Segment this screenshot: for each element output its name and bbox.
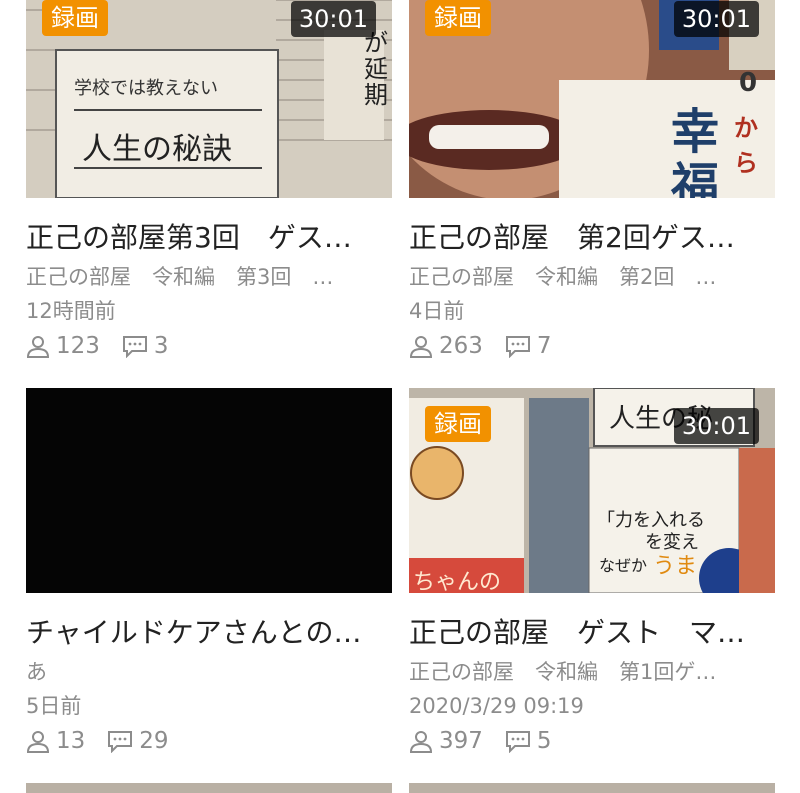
video-title[interactable]: 正己の部屋 ゲスト マ… bbox=[409, 615, 775, 651]
video-title[interactable]: 正己の部屋第3回 ゲス… bbox=[26, 220, 392, 256]
thumbnail-book-text: うま bbox=[653, 554, 698, 579]
video-timestamp: 2020/3/29 09:19 bbox=[409, 694, 584, 718]
video-title[interactable]: チャイルドケアさんとの… bbox=[26, 615, 392, 651]
duration-badge: 30:01 bbox=[673, 408, 759, 444]
thumbnail-book-text: 福 bbox=[671, 158, 720, 198]
comment-count: 5 bbox=[505, 725, 552, 757]
video-thumbnail[interactable]: 学校では教えない 人生の秘訣 が延期 録画 30:01 bbox=[26, 0, 392, 198]
thumbnail-book-text: なぜか bbox=[599, 556, 648, 575]
recording-badge: 録画 bbox=[425, 406, 491, 442]
recording-badge: 録画 bbox=[425, 0, 491, 36]
video-thumbnail[interactable] bbox=[26, 388, 392, 593]
next-video-thumbnail[interactable] bbox=[26, 783, 392, 793]
next-video-thumbnail[interactable] bbox=[409, 783, 775, 793]
comment-count: 3 bbox=[122, 330, 169, 362]
thumbnail-book-text: から bbox=[734, 114, 758, 177]
comment-icon bbox=[108, 731, 133, 753]
viewer-count: 397 bbox=[409, 725, 483, 757]
comment-count-value: 7 bbox=[536, 333, 552, 359]
video-stats: 397 5 bbox=[409, 725, 775, 757]
video-subtitle: 正己の部屋 令和編 第1回ゲ… bbox=[409, 660, 717, 684]
viewer-count-value: 263 bbox=[439, 333, 483, 359]
recording-badge: 録画 bbox=[42, 0, 108, 36]
viewer-count: 123 bbox=[26, 330, 100, 362]
viewer-count-value: 13 bbox=[56, 728, 86, 754]
duration-badge: 30:01 bbox=[673, 1, 759, 37]
video-card[interactable]: 0 から 幸 福 録画 30:01 正己の部屋 第2回ゲス… 正己の部屋 令和編… bbox=[409, 0, 775, 362]
thumbnail-newspaper-text: が延期 bbox=[364, 29, 388, 109]
video-card[interactable]: チャイルドケアさんとの… あ 5日前 13 29 bbox=[26, 388, 392, 757]
video-subtitle: 正己の部屋 令和編 第3回 … bbox=[26, 265, 334, 289]
comment-count-value: 29 bbox=[139, 728, 169, 754]
person-icon bbox=[409, 731, 433, 753]
viewer-count-value: 397 bbox=[439, 728, 483, 754]
video-title[interactable]: 正己の部屋 第2回ゲス… bbox=[409, 220, 775, 256]
thumbnail-book-title: 人生の秘訣 bbox=[82, 132, 232, 167]
comment-count: 29 bbox=[107, 725, 169, 757]
viewer-count-value: 123 bbox=[56, 333, 100, 359]
video-card[interactable]: 学校では教えない 人生の秘訣 が延期 録画 30:01 正己の部屋第3回 ゲス…… bbox=[26, 0, 392, 362]
video-thumbnail[interactable]: 0 から 幸 福 録画 30:01 bbox=[409, 0, 775, 198]
thumbnail-book-subtitle: 学校では教えない bbox=[74, 78, 218, 99]
viewer-count: 263 bbox=[409, 330, 483, 362]
comment-count: 7 bbox=[505, 330, 552, 362]
video-subtitle: 正己の部屋 令和編 第2回 … bbox=[409, 265, 717, 289]
viewer-count: 13 bbox=[26, 725, 85, 757]
video-timestamp: 4日前 bbox=[409, 299, 465, 323]
video-stats: 123 3 bbox=[26, 330, 392, 362]
video-timestamp: 12時間前 bbox=[26, 299, 116, 323]
video-timestamp: 5日前 bbox=[26, 694, 82, 718]
video-card[interactable]: 人生の秘 「力を入れる を変え なぜか うま ちゃんの 録画 30:01 正己の… bbox=[409, 388, 775, 757]
comment-count-value: 5 bbox=[536, 728, 552, 754]
video-subtitle: あ bbox=[26, 660, 47, 684]
person-icon bbox=[26, 731, 50, 753]
comment-icon bbox=[505, 336, 530, 358]
comment-icon bbox=[505, 731, 530, 753]
duration-badge: 30:01 bbox=[290, 1, 376, 37]
video-stats: 13 29 bbox=[26, 725, 392, 757]
video-thumbnail[interactable]: 人生の秘 「力を入れる を変え なぜか うま ちゃんの 録画 30:01 bbox=[409, 388, 775, 593]
person-icon bbox=[409, 336, 433, 358]
thumbnail-book-text: 0 bbox=[739, 68, 758, 98]
thumbnail-book-text: ちゃんの bbox=[413, 570, 502, 593]
comment-icon bbox=[122, 336, 147, 358]
video-stats: 263 7 bbox=[409, 330, 775, 362]
person-icon bbox=[26, 336, 50, 358]
comment-count-value: 3 bbox=[153, 333, 169, 359]
